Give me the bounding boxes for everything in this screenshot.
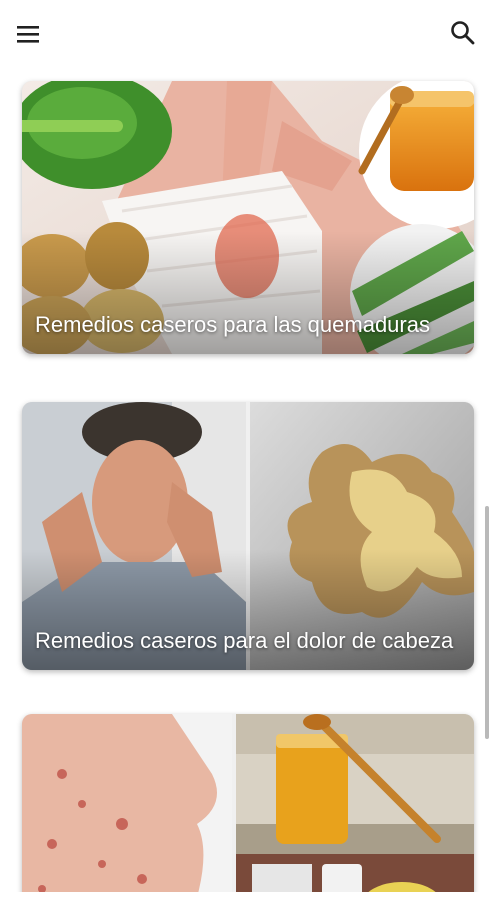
- hamburger-menu-icon: [17, 26, 39, 43]
- card-title: Remedios caseros para las quemaduras: [35, 312, 430, 337]
- bottom-edge: [0, 892, 494, 900]
- app-bar: [0, 0, 494, 66]
- article-card-headache[interactable]: Remedios caseros para el dolor de cabeza: [22, 402, 474, 670]
- menu-button[interactable]: [10, 16, 46, 52]
- card-title: Remedios caseros para el dolor de cabeza: [35, 628, 454, 653]
- search-icon: [451, 21, 475, 45]
- article-feed[interactable]: Remedios caseros para las quemaduras Rem…: [0, 66, 494, 900]
- article-card-burns[interactable]: Remedios caseros para las quemaduras: [22, 81, 474, 354]
- search-button[interactable]: [444, 14, 482, 52]
- acne-remedies-image: [22, 714, 474, 900]
- scrollbar[interactable]: [485, 506, 489, 739]
- article-card-acne[interactable]: [22, 714, 474, 900]
